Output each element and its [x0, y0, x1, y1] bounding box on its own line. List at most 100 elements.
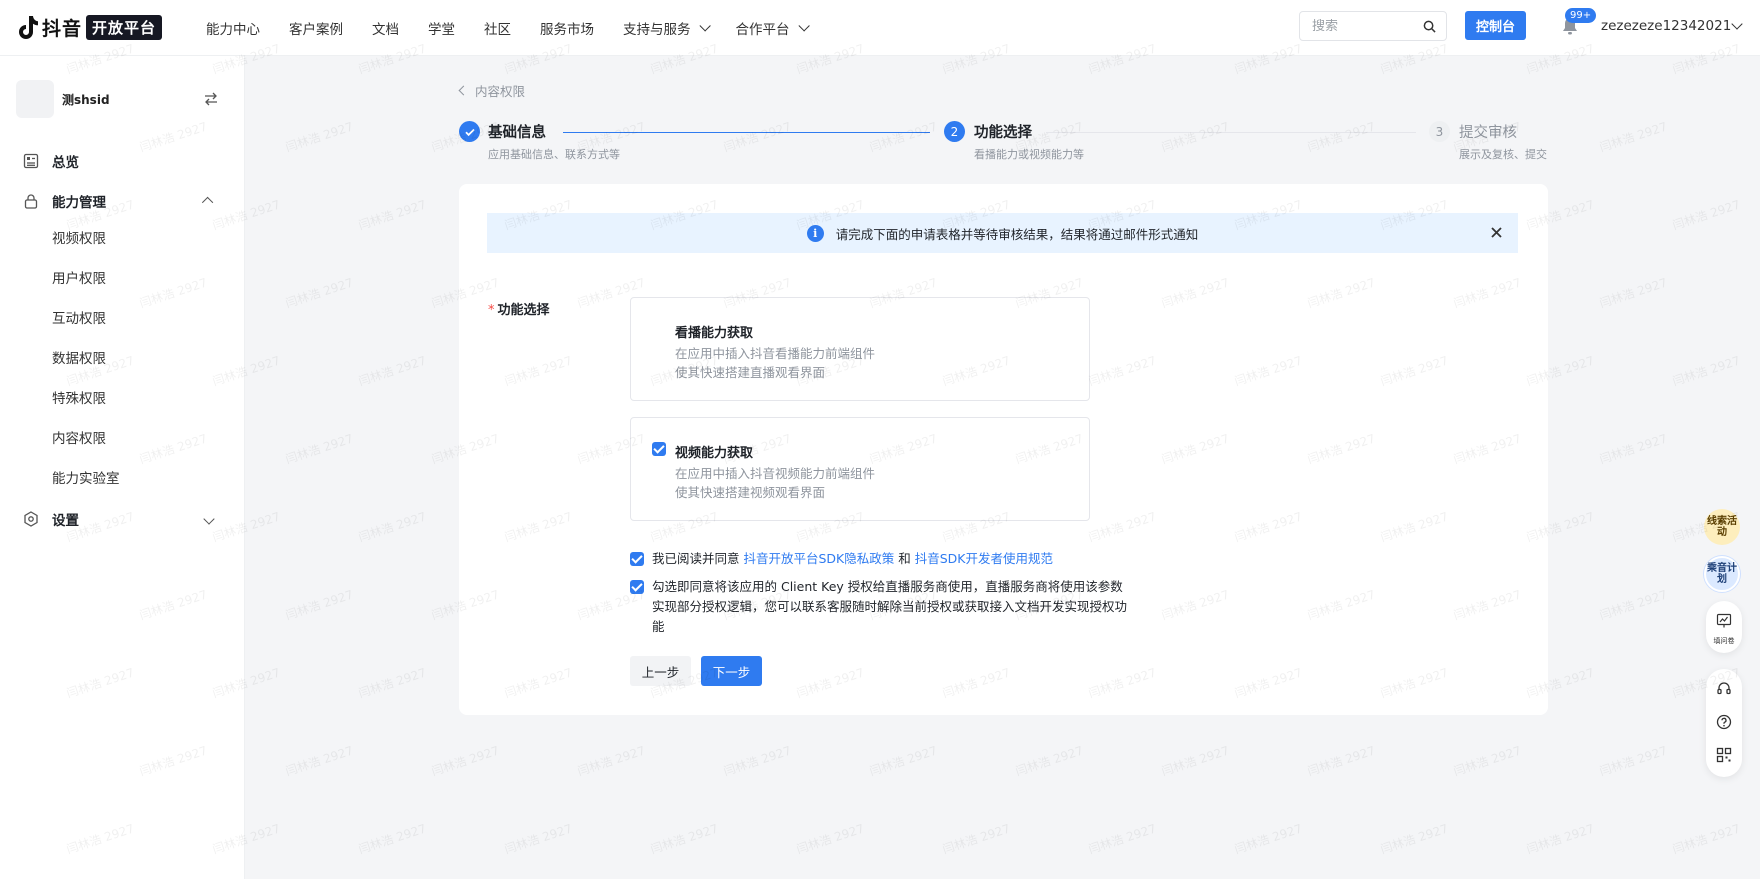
breadcrumb[interactable]: 内容权限 [458, 81, 525, 100]
form-card: i 请完成下面的申请表格并等待审核结果，结果将通过邮件形式通知 * 功能选择 看播… [459, 184, 1548, 715]
close-icon[interactable] [1489, 225, 1504, 240]
app-selector[interactable]: 测shsid [16, 80, 226, 118]
option-checkbox[interactable] [652, 324, 666, 338]
option-video-capability[interactable]: 视频能力获取 在应用中插入抖音视频能力前端组件 使其快速搭建视频观看界面 [630, 417, 1090, 521]
watermark-text: 闫林浩 2927 [1159, 743, 1231, 779]
privacy-policy-link[interactable]: 抖音开放平台SDK隐私政策 [744, 551, 895, 566]
watermark-text: 闫林浩 2927 [1670, 197, 1742, 233]
watermark-text: 闫林浩 2927 [502, 821, 574, 857]
option-desc: 在应用中插入抖音看播能力前端组件 使其快速搭建直播观看界面 [675, 344, 875, 382]
settings-icon [24, 511, 38, 527]
watermark-text: 闫林浩 2927 [940, 821, 1012, 857]
step-desc: 看播能力或视频能力等 [974, 148, 1084, 161]
nav-label: 客户案例 [289, 21, 344, 38]
nav-label: 学堂 [428, 21, 456, 38]
logo-text: 抖音 [42, 18, 83, 40]
switch-icon[interactable] [203, 91, 219, 107]
watermark-text: 闫林浩 2927 [1524, 821, 1596, 857]
step-desc: 展示及复核、提交 [1459, 148, 1547, 161]
sidebar-subitem-interaction-permission[interactable]: 互动权限 [52, 307, 106, 327]
nav-item-capability-center[interactable]: 能力中心 [206, 18, 260, 38]
dashboard-icon [23, 153, 39, 169]
console-button[interactable]: 控制台 [1465, 11, 1526, 40]
next-button[interactable]: 下一步 [701, 656, 762, 686]
qrcode-icon[interactable] [1716, 747, 1732, 763]
option-desc-line: 使其快速搭建视频观看界面 [675, 485, 826, 500]
nav-label: 社区 [484, 21, 512, 38]
agreement-client-key: 勾选即同意将该应用的 Client Key 授权给直播服务商使用，直播服务商将使… [630, 577, 1132, 637]
search-icon[interactable] [1423, 20, 1436, 33]
survey-icon [1716, 613, 1732, 628]
nav-menu: 能力中心 客户案例 文档 学堂 社区 服务市场 支持与服务 合作平台 [206, 18, 835, 38]
watermark-text: 闫林浩 2927 [1670, 353, 1742, 389]
watermark-text: 闫林浩 2927 [283, 587, 355, 623]
step-title: 基础信息 [488, 125, 546, 141]
prev-button[interactable]: 上一步 [630, 656, 691, 686]
nav-item-community[interactable]: 社区 [484, 18, 511, 38]
nav-item-support[interactable]: 支持与服务 [623, 18, 711, 38]
username[interactable]: zezezeze12342021 [1601, 18, 1731, 34]
sidebar-subitem-video-permission[interactable]: 视频权限 [52, 227, 106, 247]
step-number: 2 [944, 121, 965, 142]
option-desc-line: 在应用中插入抖音视频能力前端组件 [675, 466, 876, 481]
watermark-text: 闫林浩 2927 [356, 353, 428, 389]
sidebar-item-settings[interactable]: 设置 [0, 499, 245, 539]
lock-icon [24, 194, 38, 209]
search-input[interactable] [1312, 18, 1412, 34]
info-icon: i [806, 224, 824, 242]
agreement-checkbox[interactable] [630, 580, 644, 594]
watermark-text: 闫林浩 2927 [1451, 743, 1523, 779]
headset-icon[interactable] [1716, 681, 1732, 697]
agreement-checkbox[interactable] [630, 552, 644, 566]
option-desc-line: 使其快速搭建直播观看界面 [675, 365, 826, 380]
help-icon[interactable] [1716, 714, 1732, 730]
watermark-text: 闫林浩 2927 [575, 743, 647, 779]
nav-label: 合作平台 [735, 21, 790, 38]
logo[interactable]: 抖音 开放平台 [16, 13, 163, 43]
nav-item-partner[interactable]: 合作平台 [735, 18, 810, 38]
steps: 基础信息 应用基础信息、联系方式等 2 功能选择 看播能力或视频能力等 3 提交… [459, 120, 1549, 164]
tool-panel [1706, 669, 1742, 777]
agreement-text: 勾选即同意将该应用的 Client Key 授权给直播服务商使用，直播服务商将使… [652, 579, 1128, 634]
chevron-up-icon [201, 196, 214, 209]
watermark-text: 闫林浩 2927 [1597, 743, 1669, 779]
sidebar-subitem-content-permission[interactable]: 内容权限 [52, 427, 106, 447]
nav-label: 支持与服务 [623, 21, 691, 38]
step-desc: 应用基础信息、联系方式等 [488, 148, 620, 161]
step-connector [1046, 132, 1416, 133]
douyin-logo-icon [16, 15, 40, 41]
nav-item-service-market[interactable]: 服务市场 [540, 18, 594, 38]
watermark-text: 闫林浩 2927 [794, 821, 866, 857]
chevron-down-icon [203, 513, 215, 525]
survey-tool[interactable]: 填问卷 [1706, 601, 1742, 653]
watermark-text: 闫林浩 2927 [1597, 275, 1669, 311]
notification-badge: 99+ [1565, 8, 1597, 23]
sidebar-subitem-special-permission[interactable]: 特殊权限 [52, 387, 106, 407]
sidebar-item-capability-management[interactable]: 能力管理 [0, 181, 245, 221]
sidebar-item-overview[interactable]: 总览 [0, 141, 245, 181]
nav-item-customer-cases[interactable]: 客户案例 [289, 18, 343, 38]
option-checkbox-checked[interactable] [652, 442, 666, 456]
step-number: 3 [1429, 121, 1450, 142]
sidebar-subitem-user-permission[interactable]: 用户权限 [52, 267, 106, 287]
lead-activity-badge[interactable]: 线索活动 [1704, 509, 1740, 545]
music-plan-badge[interactable]: 乘音计划 [1704, 556, 1740, 592]
chevron-down-icon[interactable] [1731, 18, 1743, 30]
watermark-text: 闫林浩 2927 [1086, 821, 1158, 857]
check-icon [464, 128, 475, 136]
agreement-prefix: 我已阅读并同意 [652, 551, 740, 566]
app-avatar [16, 80, 54, 118]
sidebar-subitem-lab[interactable]: 能力实验室 [52, 467, 120, 487]
option-live-capability[interactable]: 看播能力获取 在应用中插入抖音看播能力前端组件 使其快速搭建直播观看界面 [630, 297, 1090, 401]
nav-label: 能力中心 [206, 21, 261, 38]
nav-item-academy[interactable]: 学堂 [428, 18, 455, 38]
watermark-text: 闫林浩 2927 [1378, 821, 1450, 857]
developer-terms-link[interactable]: 抖音SDK开发者使用规范 [915, 551, 1053, 566]
agreement-text: 我已阅读并同意 抖音开放平台SDK隐私政策 和 抖音SDK开发者使用规范 [652, 549, 1132, 569]
watermark-text: 闫林浩 2927 [356, 665, 428, 701]
nav-item-docs[interactable]: 文档 [372, 18, 399, 38]
logo-badge: 开放平台 [86, 15, 163, 40]
notice-banner: i 请完成下面的申请表格并等待审核结果，结果将通过邮件形式通知 [487, 213, 1518, 253]
sidebar-subitem-data-permission[interactable]: 数据权限 [52, 347, 106, 367]
sidebar-item-label: 总览 [52, 155, 79, 171]
